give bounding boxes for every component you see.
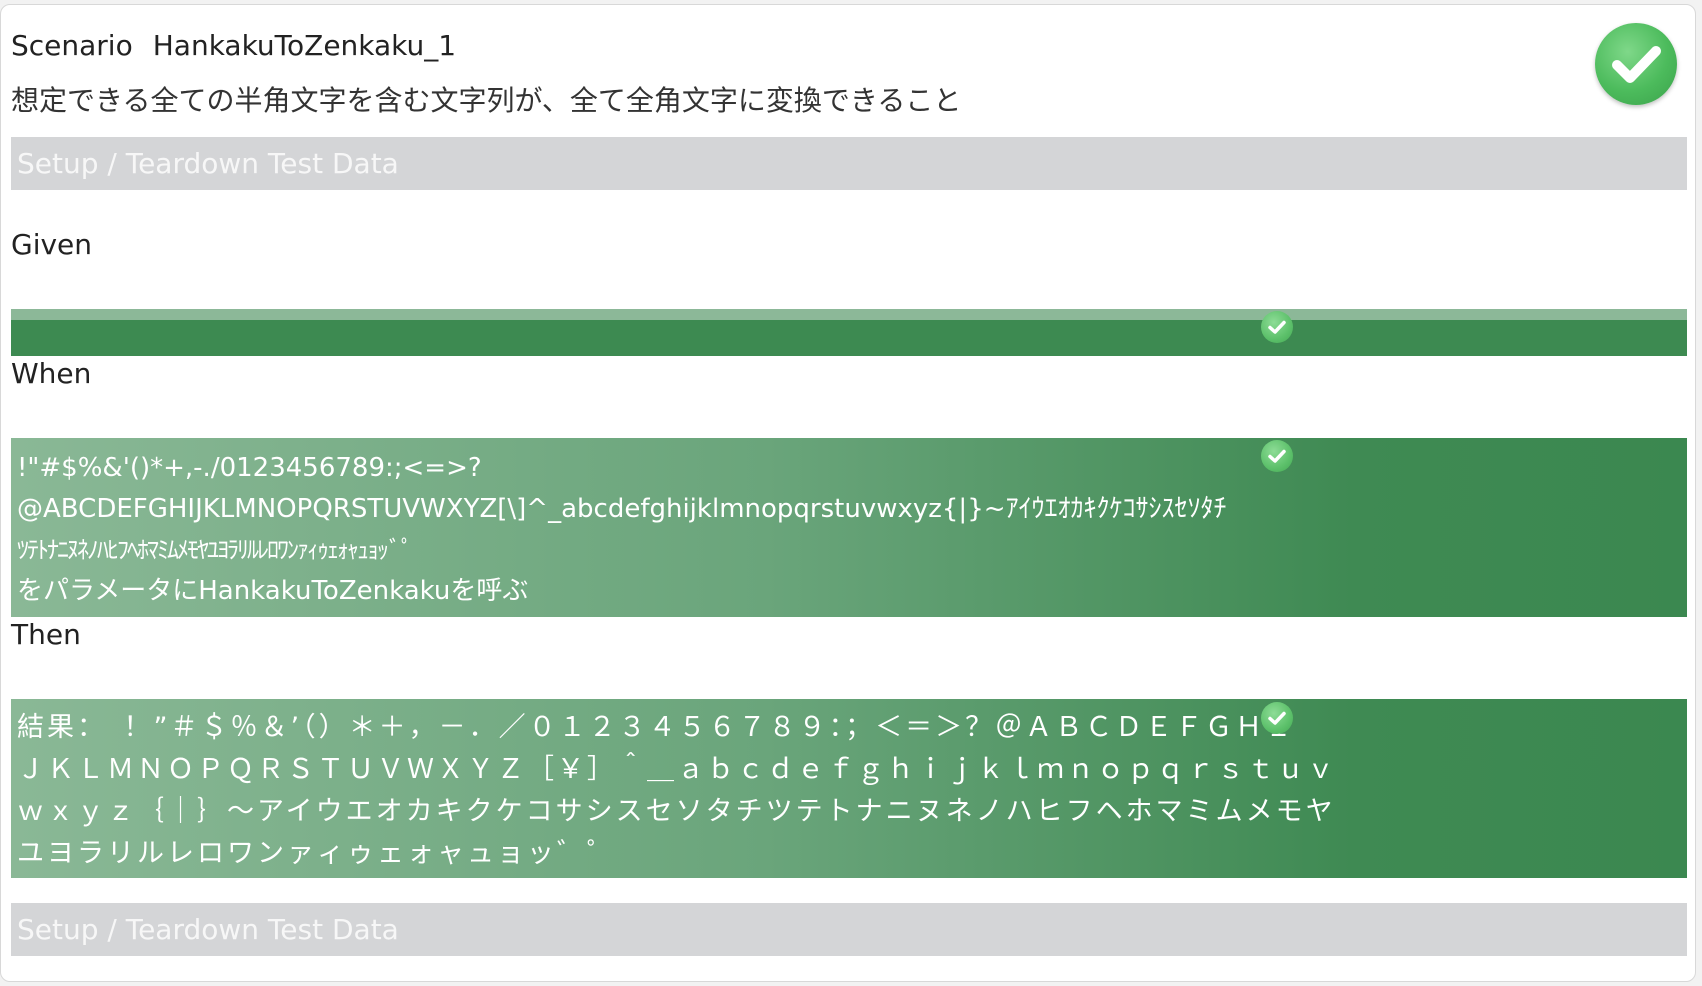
then-step-line: 結果： ！”＃＄％＆’（）＊＋，－．／０１２３４５６７８９：；＜＝＞？＠ＡＢＣＤ… bbox=[17, 712, 1296, 743]
given-check-icon bbox=[1261, 311, 1293, 343]
when-step: !"#$%&'()*+,-./0123456789:;<=>? @ABCDEFG… bbox=[11, 438, 1687, 617]
scenario-name: HankakuToZenkaku_1 bbox=[152, 29, 457, 62]
then-step-line: ｗｘｙｚ｛｜｝～アイウエオカキクケコサシスセソタチツテトナニヌネノハヒフヘホマミ… bbox=[17, 796, 1336, 827]
then-step-line: ユヨラリルレロワンァィゥェォャュョッ゛゜ bbox=[17, 838, 617, 869]
scenario-pass-check-icon bbox=[1595, 23, 1677, 105]
when-check-icon bbox=[1261, 440, 1293, 472]
scenario-description: 想定できる全ての半角文字を含む文字列が、全て全角文字に変換できること bbox=[11, 84, 962, 117]
when-step-line: ﾂﾃﾄﾅﾆﾇﾈﾉﾊﾋﾌﾍﾎﾏﾐﾑﾒﾓﾔﾕﾖﾗﾘﾙﾚﾛﾜﾝｧｨｩｪｫｬｭｮｯﾞﾟ bbox=[17, 536, 413, 564]
scenario-keyword: Scenario bbox=[11, 29, 133, 62]
given-label: Given bbox=[11, 228, 93, 261]
setup-teardown-label: Setup / Teardown Test Data bbox=[17, 913, 399, 946]
setup-teardown-bar-top[interactable]: Setup / Teardown Test Data bbox=[11, 137, 1687, 190]
then-check-icon bbox=[1261, 702, 1293, 734]
given-step bbox=[11, 309, 1687, 356]
when-label: When bbox=[11, 357, 92, 390]
then-label: Then bbox=[11, 618, 81, 651]
then-step-line: ＪＫＬＭＮＯＰＱＲＳＴＵＶＷＸＹＺ［￥］＾＿ａｂｃｄｅｆｇｈｉｊｋｌｍｎｏｐｑｒ… bbox=[17, 754, 1337, 785]
when-step-line: @ABCDEFGHIJKLMNOPQRSTUVWXYZ[\]^_abcdefgh… bbox=[17, 494, 1227, 524]
when-step-line: をパラメータにHankakuToZenkakuを呼ぶ bbox=[17, 576, 529, 606]
scenario-panel: Scenario HankakuToZenkaku_1 想定できる全ての半角文字を… bbox=[0, 4, 1696, 982]
then-step: 結果： ！”＃＄％＆’（）＊＋，－．／０１２３４５６７８９：；＜＝＞？＠ＡＢＣＤ… bbox=[11, 699, 1687, 878]
setup-teardown-bar-bottom[interactable]: Setup / Teardown Test Data bbox=[11, 903, 1687, 956]
scenario-title: Scenario HankakuToZenkaku_1 bbox=[11, 29, 456, 62]
setup-teardown-label: Setup / Teardown Test Data bbox=[17, 147, 399, 180]
when-step-line: !"#$%&'()*+,-./0123456789:;<=>? bbox=[17, 453, 482, 483]
